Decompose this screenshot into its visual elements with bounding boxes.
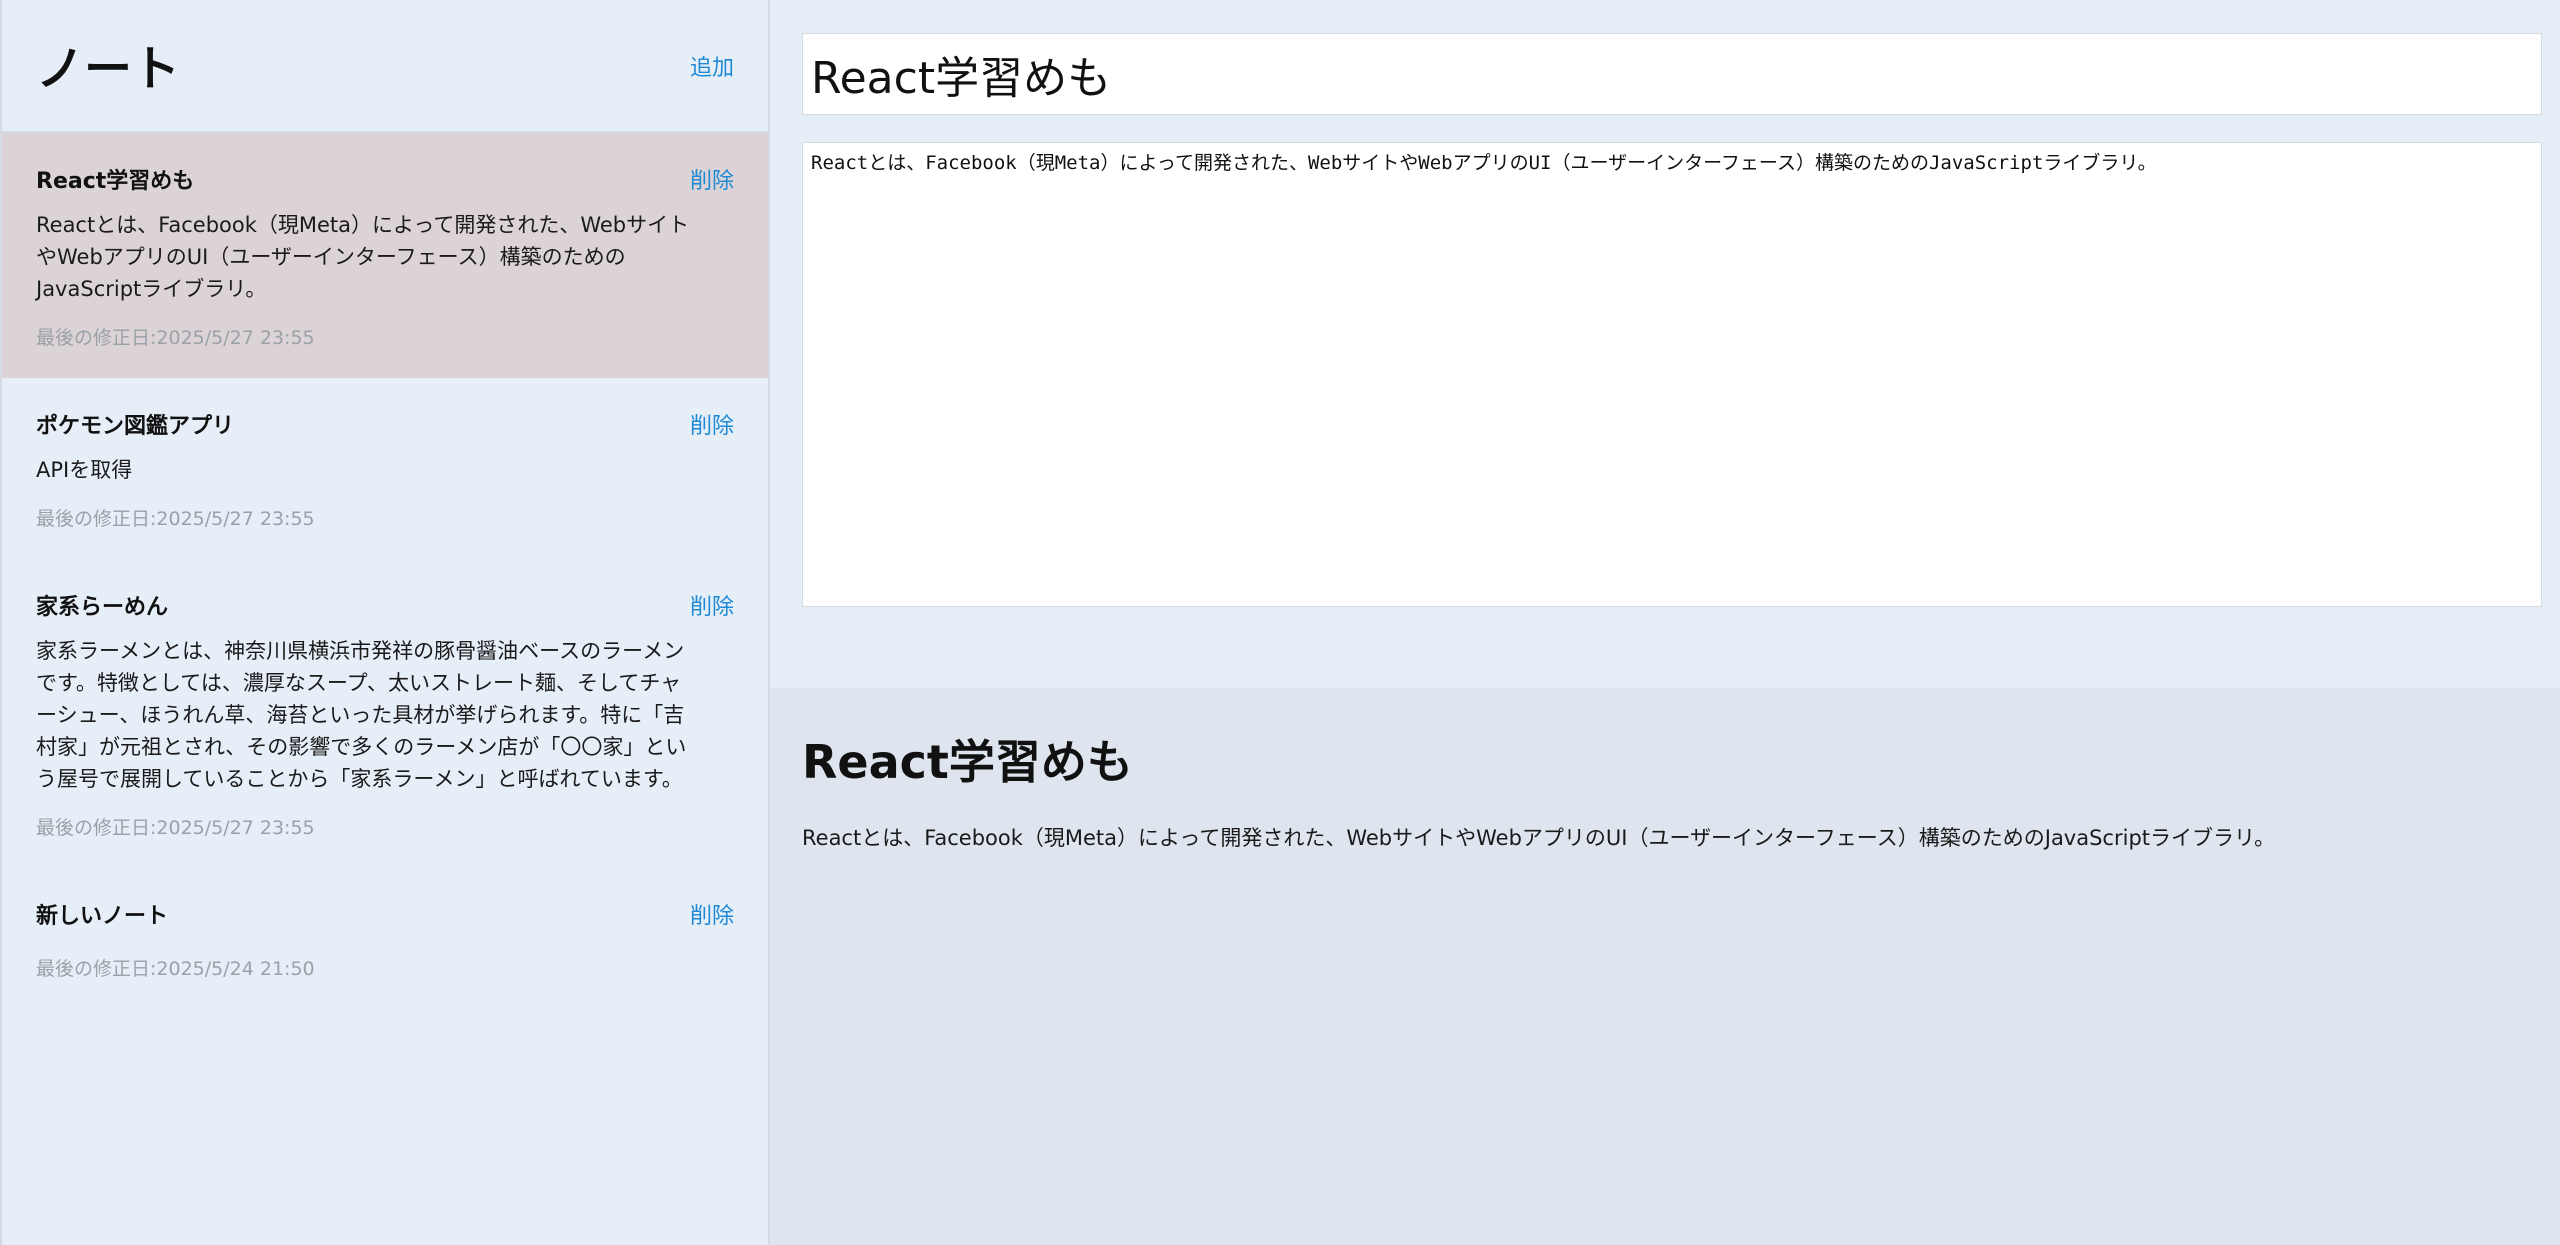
preview: React学習めも Reactとは、Facebook（現Meta）によって開発さ… xyxy=(770,688,2560,1245)
note-head: 家系らーめん 削除 xyxy=(36,589,734,621)
note-head: React学習めも 削除 xyxy=(36,163,734,195)
delete-note-button[interactable]: 削除 xyxy=(690,898,734,930)
editor: Reactとは、Facebook（現Meta）によって開発された、Webサイトや… xyxy=(770,0,2560,688)
note-title: React学習めも xyxy=(36,169,195,194)
note-body: Reactとは、Facebook（現Meta）によって開発された、Webサイトや… xyxy=(36,213,690,301)
note-head: 新しいノート 削除 xyxy=(36,898,734,930)
add-note-button[interactable]: 追加 xyxy=(690,50,734,82)
note-item-1[interactable]: ポケモン図鑑アプリ 削除 APIを取得 最後の修正日:2025/5/27 23:… xyxy=(2,378,768,559)
title-input[interactable] xyxy=(802,33,2542,115)
note-body: APIを取得 xyxy=(36,458,133,482)
note-title: ポケモン図鑑アプリ xyxy=(36,414,235,439)
note-date: 最後の修正日:2025/5/27 23:55 xyxy=(36,508,315,530)
sidebar-title: ノート xyxy=(36,40,181,97)
note-title: 家系らーめん xyxy=(36,595,169,620)
app-root: ノート 追加 React学習めも 削除 Reactとは、Facebook（現Me… xyxy=(0,0,2560,1245)
note-date: 最後の修正日:2025/5/27 23:55 xyxy=(36,327,315,349)
preview-body: Reactとは、Facebook（現Meta）によって開発された、Webサイトや… xyxy=(802,826,2276,850)
delete-note-button[interactable]: 削除 xyxy=(690,408,734,440)
note-item-0[interactable]: React学習めも 削除 Reactとは、Facebook（現Meta）によって… xyxy=(2,133,768,378)
sidebar-header: ノート 追加 xyxy=(2,0,768,133)
note-head: ポケモン図鑑アプリ 削除 xyxy=(36,408,734,440)
note-item-2[interactable]: 家系らーめん 削除 家系ラーメンとは、神奈川県横浜市発祥の豚骨醤油ベースのラーメ… xyxy=(2,559,768,868)
delete-note-button[interactable]: 削除 xyxy=(690,589,734,621)
sidebar: ノート 追加 React学習めも 削除 Reactとは、Facebook（現Me… xyxy=(0,0,770,1245)
note-date: 最後の修正日:2025/5/24 21:50 xyxy=(36,958,315,980)
main-panel: Reactとは、Facebook（現Meta）によって開発された、Webサイトや… xyxy=(770,0,2560,1245)
note-title: 新しいノート xyxy=(36,904,169,929)
note-body: 家系ラーメンとは、神奈川県横浜市発祥の豚骨醤油ベースのラーメンです。特徴としては… xyxy=(36,639,687,791)
note-item-3[interactable]: 新しいノート 削除 最後の修正日:2025/5/24 21:50 xyxy=(2,868,768,1009)
preview-title: React学習めも xyxy=(802,735,1133,789)
body-textarea[interactable]: Reactとは、Facebook（現Meta）によって開発された、Webサイトや… xyxy=(802,142,2542,607)
note-date: 最後の修正日:2025/5/27 23:55 xyxy=(36,817,315,839)
delete-note-button[interactable]: 削除 xyxy=(690,163,734,195)
